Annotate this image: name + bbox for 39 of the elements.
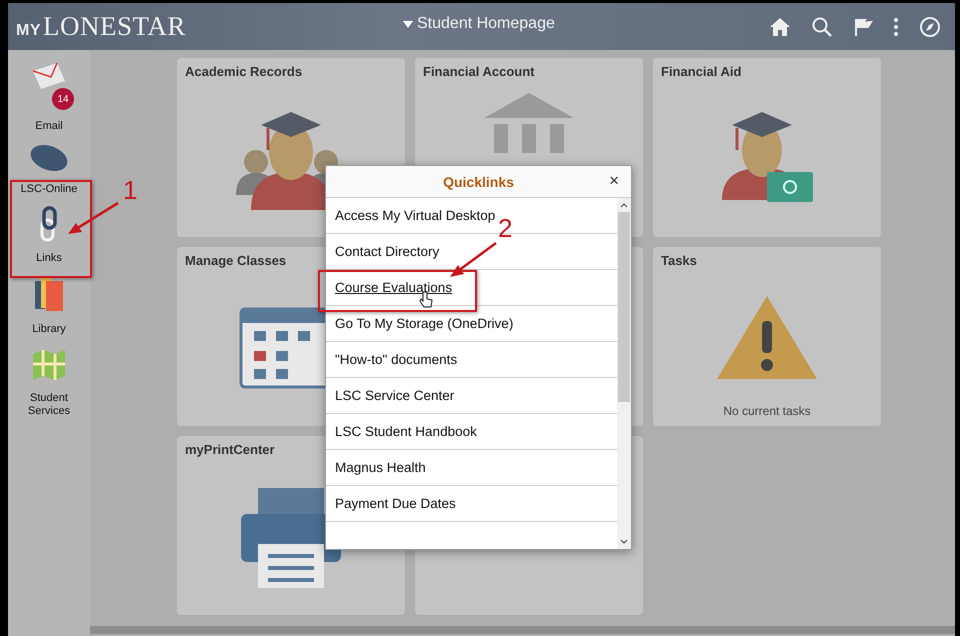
chain-link-icon[interactable] — [39, 206, 59, 242]
bank-building-icon — [484, 93, 574, 153]
caret-icon — [403, 20, 413, 28]
homepage-selector[interactable]: Student Homepage — [403, 15, 555, 33]
sidebar-label[interactable]: Email — [14, 120, 84, 133]
compass-icon[interactable] — [919, 16, 941, 38]
tile[interactable]: Tasks No current tasks — [653, 247, 881, 426]
tile-title: Financial Account — [423, 64, 534, 79]
sidebar-label[interactable]: Links — [14, 252, 84, 265]
step-number: 1 — [123, 177, 138, 203]
hand-cursor-icon — [419, 291, 433, 309]
home-icon[interactable] — [769, 16, 791, 36]
sidebar-label[interactable]: Student Services — [14, 392, 84, 418]
logo[interactable]: MYLONESTAR — [16, 11, 186, 42]
tile-title: Academic Records — [185, 64, 302, 79]
dialog-title: Quicklinks — [443, 174, 514, 190]
quicklink[interactable]: LSC Student Handbook — [335, 424, 477, 439]
close-button[interactable]: × — [607, 172, 621, 190]
tile-title: myPrintCenter — [185, 442, 275, 457]
scroll-down-icon[interactable] — [620, 539, 628, 545]
scroll-up-icon[interactable] — [620, 202, 628, 208]
sidebar-label[interactable]: Library — [14, 323, 84, 336]
flag-icon[interactable] — [853, 16, 873, 36]
tile-title: Tasks — [661, 253, 697, 268]
annotation-arrow — [448, 241, 498, 279]
tile-title: Financial Aid — [661, 64, 742, 79]
sidebar-label[interactable]: LSC-Online — [14, 183, 84, 196]
unread-count-badge: 14 — [52, 88, 74, 110]
tile[interactable]: Financial Aid — [653, 58, 881, 237]
search-icon[interactable] — [811, 16, 833, 38]
books-icon[interactable] — [33, 275, 65, 313]
scrollbar[interactable] — [617, 198, 631, 549]
mouse-icon[interactable] — [28, 143, 70, 173]
more-icon[interactable] — [893, 16, 899, 36]
annotation-arrow — [66, 201, 120, 237]
envelope-icon[interactable] — [33, 62, 65, 90]
tile-title: Manage Classes — [185, 253, 286, 268]
scrollbar-thumb[interactable] — [618, 212, 630, 402]
tile-note: No current tasks — [723, 404, 811, 418]
